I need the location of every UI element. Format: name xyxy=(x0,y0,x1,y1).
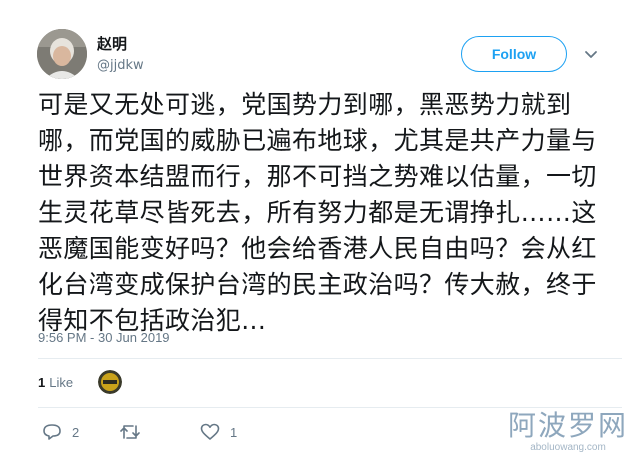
likes-label: Like xyxy=(49,375,74,390)
likes-count: 1 xyxy=(38,375,46,390)
follow-button[interactable]: Follow xyxy=(461,36,567,72)
likes-summary[interactable]: 1 Like xyxy=(38,375,73,390)
reply-count: 2 xyxy=(72,424,80,440)
divider xyxy=(38,407,622,408)
retweet-button[interactable] xyxy=(120,423,150,441)
tweet-timestamp[interactable]: 9:56 PM - 30 Jun 2019 xyxy=(38,330,170,345)
author-handle[interactable]: @jjdkw xyxy=(97,57,144,75)
like-button[interactable]: 1 xyxy=(200,423,237,441)
watermark: 阿波罗网 aboluowang.com xyxy=(507,409,628,454)
retweet-icon xyxy=(120,423,140,441)
heart-icon xyxy=(200,423,220,441)
chevron-down-icon[interactable] xyxy=(583,46,599,62)
watermark-url: aboluowang.com xyxy=(530,442,606,453)
reply-button[interactable]: 2 xyxy=(42,423,79,441)
tweet-text: 可是又无处可逃，党国势力到哪，黑恶势力就到哪，而党国的威胁已遍布地球，尤其是共产… xyxy=(38,90,597,335)
author-name[interactable]: 赵明 xyxy=(97,34,127,54)
watermark-text: 阿波罗网 xyxy=(507,409,628,442)
reply-icon xyxy=(42,423,62,441)
liker-avatar[interactable] xyxy=(98,370,122,394)
divider xyxy=(38,358,622,359)
like-count: 1 xyxy=(230,424,238,440)
author-avatar[interactable] xyxy=(37,29,87,79)
